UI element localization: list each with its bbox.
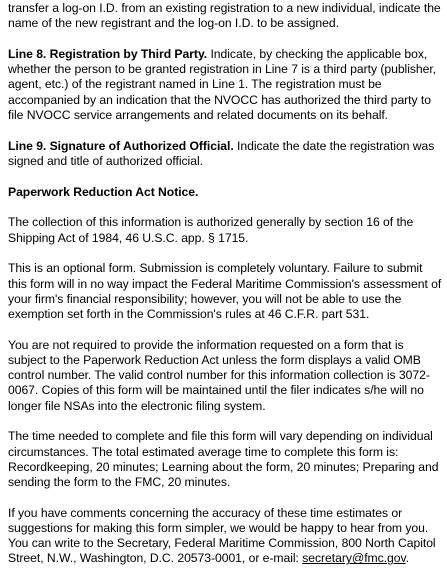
comments-end: . (405, 551, 409, 566)
time-estimate-paragraph: The time needed to complete and file thi… (8, 429, 439, 490)
authority-paragraph: The collection of this information is au… (8, 215, 414, 245)
intro-continuation-text: transfer a log-on I.D. from an existing … (8, 1, 441, 31)
line8-paragraph: Line 8. Registration by Third Party. Ind… (8, 47, 444, 123)
line8-heading: Line 8. Registration by Third Party. (8, 47, 208, 61)
omb-control-paragraph: You are not required to provide the info… (8, 337, 430, 413)
paperwork-reduction-heading: Paperwork Reduction Act Notice. (8, 184, 199, 199)
comments-paragraph: If you have comments concerning the accu… (8, 506, 444, 567)
document-page: transfer a log-on I.D. from an existing … (8, 1, 444, 582)
line9-heading: Line 9. Signature of Authorized Official… (8, 138, 234, 153)
optional-form-paragraph: This is an optional form. Submission is … (8, 261, 442, 322)
line9-paragraph: Line 9. Signature of Authorized Official… (8, 139, 444, 169)
intro-continuation-paragraph: transfer a log-on I.D. from an existing … (8, 1, 444, 31)
secretary-email-link[interactable]: secretary@fmc.gov (302, 551, 405, 565)
